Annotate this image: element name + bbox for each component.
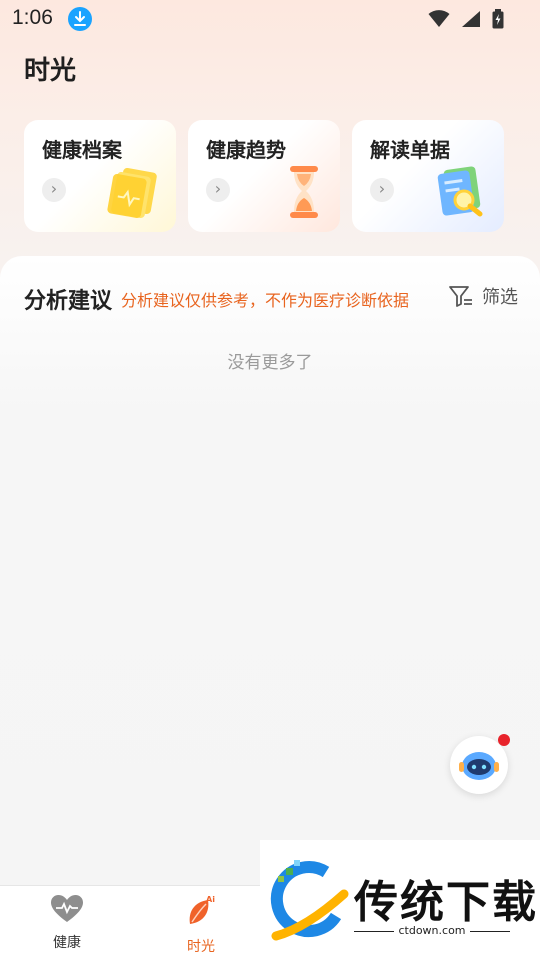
watermark-logo	[270, 860, 349, 941]
tab-time[interactable]: Ai 时光	[161, 894, 241, 956]
filter-button[interactable]: 筛选	[448, 283, 518, 309]
card-health-record[interactable]: 健康档案 ›	[24, 120, 176, 232]
card-label: 健康趋势	[206, 138, 286, 162]
notification-dot	[498, 734, 510, 746]
watermark: 传统下载 ctdown.com	[260, 840, 540, 960]
disclaimer-note: 分析建议仅供参考，不作为医疗诊断依据	[121, 291, 410, 310]
wifi-icon	[428, 9, 450, 27]
chevron-right-icon: ›	[370, 178, 394, 202]
tab-label: 健康	[53, 935, 81, 951]
status-bar: 1:06	[0, 0, 540, 38]
status-time: 1:06	[12, 6, 53, 29]
document-search-icon	[434, 164, 490, 224]
svg-text:Ai: Ai	[206, 895, 215, 904]
leaf-ai-icon: Ai	[189, 895, 215, 924]
battery-icon	[492, 8, 504, 28]
signal-icon	[461, 10, 480, 27]
tab-label: 时光	[187, 939, 215, 955]
chevron-right-icon: ›	[206, 178, 230, 202]
heart-pulse-icon	[51, 895, 83, 922]
card-interpret-document[interactable]: 解读单据 ›	[352, 120, 504, 232]
filter-icon	[449, 286, 472, 307]
download-icon	[68, 7, 92, 31]
chevron-right-icon: ›	[42, 178, 66, 202]
card-label: 健康档案	[42, 138, 122, 162]
watermark-text: 传统下载	[354, 877, 538, 928]
divider	[470, 931, 510, 932]
card-health-trend[interactable]: 健康趋势 ›	[188, 120, 340, 232]
analysis-title: 分析建议	[24, 289, 113, 314]
page-title: 时光	[24, 56, 77, 86]
tab-health[interactable]: 健康	[27, 894, 107, 952]
health-record-icon	[106, 164, 162, 224]
hourglass-icon	[282, 164, 326, 224]
empty-list-text: 没有更多了	[227, 353, 313, 373]
filter-label: 筛选	[482, 287, 518, 308]
card-label: 解读单据	[370, 138, 450, 162]
system-icons	[422, 8, 504, 29]
